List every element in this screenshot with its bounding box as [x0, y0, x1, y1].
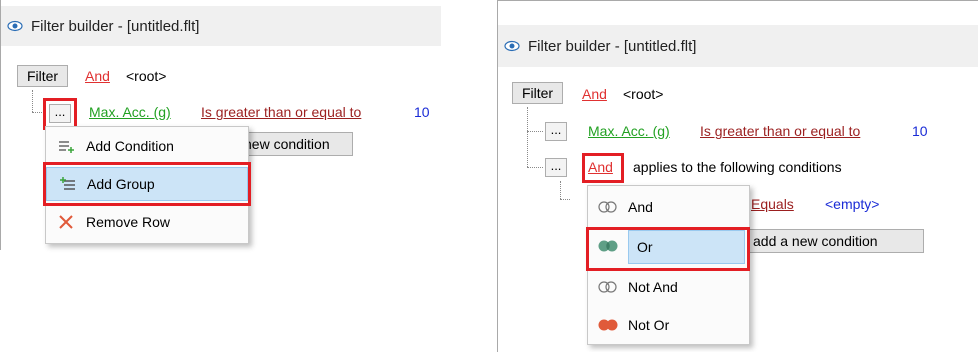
menu-item-label: Not And [628, 279, 678, 295]
highlight-box [43, 162, 251, 206]
tree-connector [32, 90, 33, 112]
operator-link[interactable]: Is greater than or equal to [700, 123, 860, 139]
menu-item-add-condition[interactable]: Add Condition [50, 131, 244, 161]
tree-connector [560, 199, 570, 200]
menu-item-label: Not Or [628, 317, 670, 333]
menu-item-not-or[interactable]: Not Or [592, 310, 745, 340]
highlight-box [582, 153, 624, 183]
root-label: <root> [126, 68, 167, 84]
remove-icon [56, 212, 76, 232]
left-filter-builder: Filter builder - [untitled.flt] Filter A… [0, 0, 441, 250]
not-or-icon [598, 315, 618, 335]
filter-button[interactable]: Filter [17, 65, 68, 87]
sub-value-text[interactable]: <empty> [825, 196, 879, 212]
add-condition-button[interactable]: new condition [231, 132, 353, 156]
menu-item-remove-row[interactable]: Remove Row [50, 207, 244, 237]
menu-item-label: Remove Row [86, 214, 171, 230]
tree-connector [527, 167, 543, 168]
menu-item-label: And [628, 199, 653, 215]
value-text[interactable]: 10 [912, 123, 928, 139]
group-description: applies to the following conditions [633, 159, 842, 175]
menu-item-and[interactable]: And [592, 192, 745, 222]
eye-icon [504, 39, 520, 53]
tree-connector [527, 107, 528, 167]
add-condition-button[interactable]: add a new condition [738, 229, 924, 253]
highlight-box [586, 227, 750, 271]
field-link[interactable]: Max. Acc. (g) [588, 123, 670, 139]
row-options-button[interactable]: ... [545, 122, 567, 141]
root-operator-link[interactable]: And [582, 86, 607, 102]
root-label: <root> [623, 86, 664, 102]
menu-item-label: Add Condition [86, 138, 174, 154]
filter-button[interactable]: Filter [512, 82, 563, 104]
operator-link[interactable]: Is greater than or equal to [201, 104, 361, 120]
not-and-icon [598, 277, 618, 297]
tree-connector [560, 181, 561, 199]
field-link[interactable]: Max. Acc. (g) [89, 104, 171, 120]
tree-connector [527, 131, 543, 132]
right-filter-builder: Filter builder - [untitled.flt] Filter A… [497, 0, 978, 352]
titlebar: Filter builder - [untitled.flt] [498, 25, 978, 67]
eye-icon [7, 19, 23, 33]
group-options-button[interactable]: ... [545, 158, 567, 177]
root-operator-link[interactable]: And [85, 68, 110, 84]
menu-item-not-and[interactable]: Not And [592, 272, 745, 302]
window-title: Filter builder - [untitled.flt] [528, 37, 697, 55]
and-icon [598, 197, 618, 217]
add-condition-icon [56, 136, 76, 156]
titlebar: Filter builder - [untitled.flt] [1, 6, 441, 46]
window-title: Filter builder - [untitled.flt] [31, 17, 200, 35]
sub-operator-link[interactable]: Equals [751, 196, 794, 212]
value-text[interactable]: 10 [414, 104, 430, 120]
